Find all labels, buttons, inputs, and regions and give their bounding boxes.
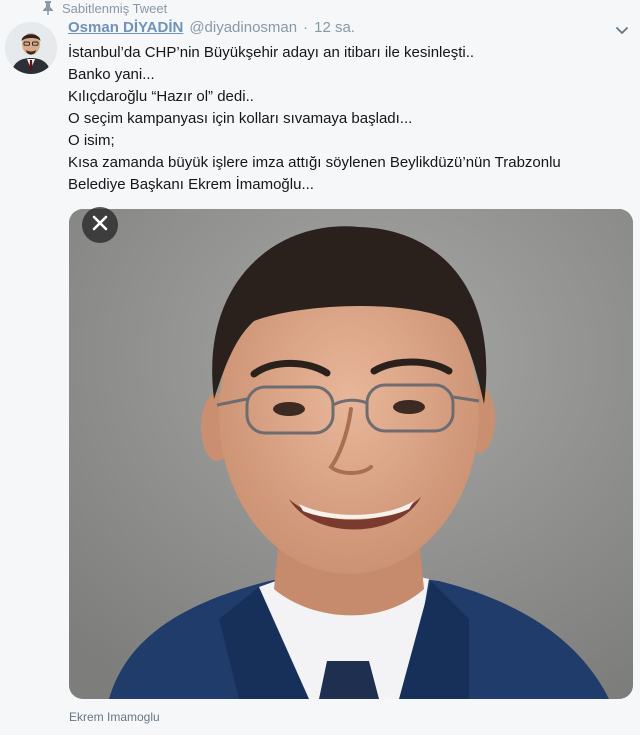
close-button[interactable] [82, 207, 118, 243]
tweet-line: Banko yani... [68, 66, 155, 83]
tweet-text: İstanbul’da CHP’nin Büyükşehir adayı an … [68, 42, 628, 196]
author-handle[interactable]: @diyadinosman [189, 19, 297, 36]
close-icon [91, 214, 109, 237]
pinned-tweet: Sabitlenmiş Tweet Osman DİYADİN @diyadin… [0, 0, 640, 735]
tweet-line: Kısa zamanda büyük işlere imza attığı sö… [68, 154, 561, 171]
tweet-time[interactable]: 12 sa. [314, 19, 355, 36]
tweet-line: Kılıçdaroğlu “Hazır ol” dedi.. [68, 88, 254, 105]
tweet-photo[interactable] [69, 209, 633, 699]
pinned-label: Sabitlenmiş Tweet [62, 0, 168, 16]
pinned-indicator: Sabitlenmiş Tweet [42, 0, 167, 16]
chevron-down-icon[interactable] [614, 22, 630, 38]
separator-dot: · [303, 19, 309, 36]
tweet-line: O isim; [68, 132, 115, 149]
portrait-photo [69, 209, 633, 699]
tweet-line: Belediye Başkanı Ekrem İmamoğlu... [68, 176, 314, 193]
pin-icon [42, 1, 54, 15]
tweet-header: Osman DİYADİN @diyadinosman · 12 sa. [68, 19, 355, 36]
tweet-line: O seçim kampanyası için kolları sıvamaya… [68, 110, 413, 127]
media-caption: Ekrem Imamoglu [69, 710, 160, 724]
avatar[interactable] [5, 22, 57, 74]
tweet-line: İstanbul’da CHP’nin Büyükşehir adayı an … [68, 44, 475, 61]
author-name[interactable]: Osman DİYADİN [68, 19, 183, 36]
